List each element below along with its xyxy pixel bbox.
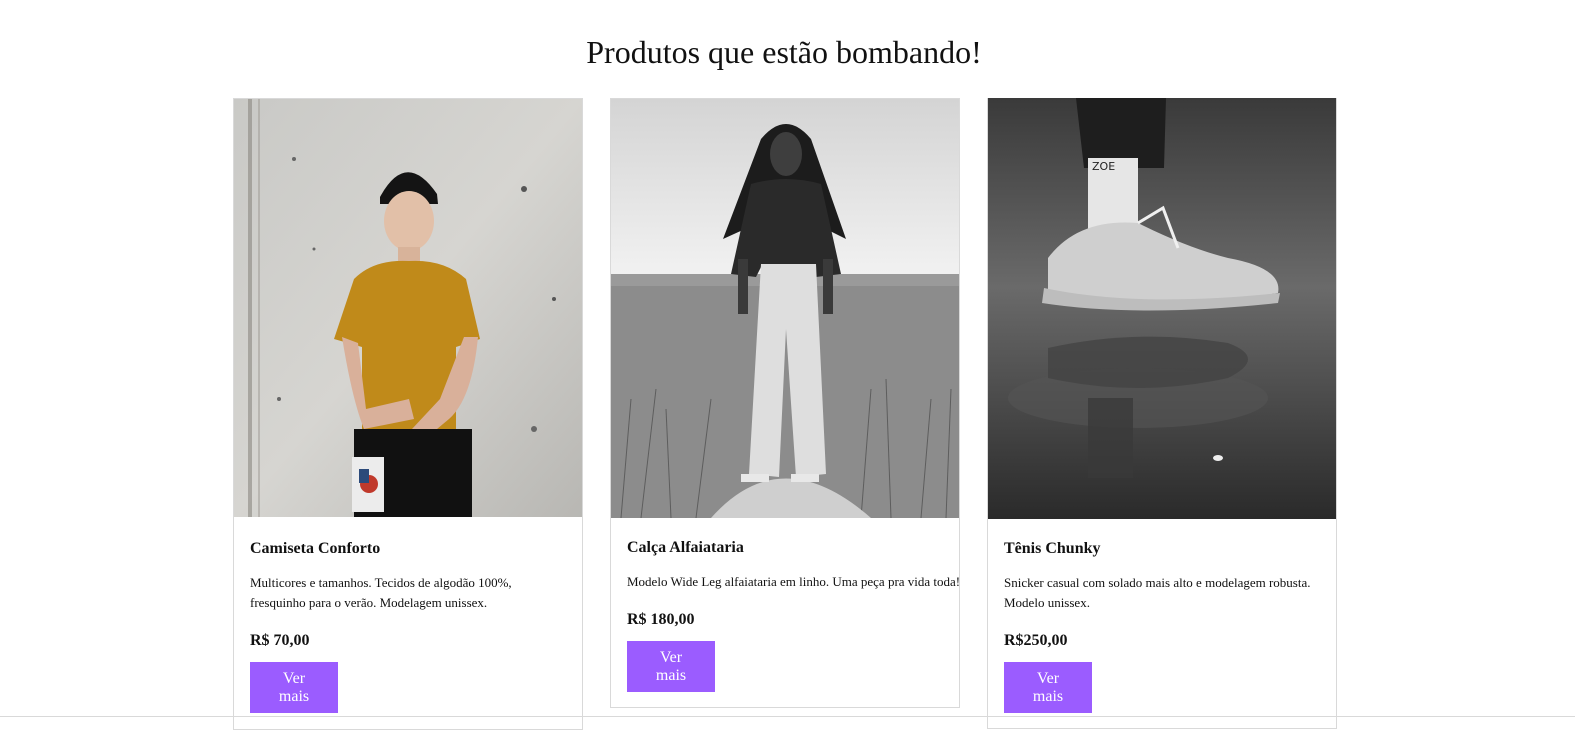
product-price: R$ 180,00	[627, 611, 695, 628]
product-description: Multicores e tamanhos. Tecidos de algodã…	[250, 575, 512, 610]
ver-mais-button[interactable]: Ver mais	[627, 641, 715, 692]
product-description: Modelo Wide Leg alfaiataria em linho. Um…	[627, 574, 961, 589]
product-name: Calça Alfaiataria	[627, 539, 744, 556]
product-description: Snicker casual com solado mais alto e mo…	[1004, 575, 1311, 610]
product-price: R$ 70,00	[250, 632, 310, 649]
product-photo-tenis: ZOE	[988, 98, 1336, 519]
product-photo-camiseta	[234, 99, 582, 517]
product-name: Camiseta Conforto	[250, 540, 381, 557]
page-title: Produtos que estão bombando!	[586, 34, 982, 70]
product-name: Tênis Chunky	[1004, 540, 1101, 557]
ver-mais-button[interactable]: Ver mais	[250, 662, 338, 713]
page-bottom-divider	[0, 716, 1575, 717]
product-card-calca: Calça Alfaiataria Modelo Wide Leg alfaia…	[610, 98, 960, 708]
product-price: R$250,00	[1004, 632, 1068, 649]
svg-text:ZOE: ZOE	[1092, 160, 1115, 173]
product-card-camiseta: Camiseta Conforto Multicores e tamanhos.…	[233, 98, 583, 730]
ver-mais-button[interactable]: Ver mais	[1004, 662, 1092, 713]
product-photo-calca	[611, 99, 959, 518]
product-card-tenis: ZOE Tênis Chunky Snicker casual com sola…	[987, 98, 1337, 729]
